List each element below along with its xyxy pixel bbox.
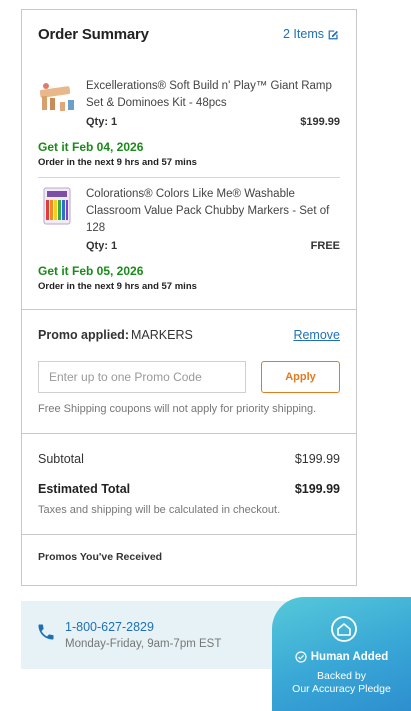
remove-promo-link[interactable]: Remove bbox=[293, 328, 340, 342]
order-cutoff: Order in the next 9 hrs and 57 mins bbox=[38, 157, 197, 168]
order-summary-card: Order Summary 2 Items Excellerations® So… bbox=[21, 9, 357, 586]
order-cutoff: Order in the next 9 hrs and 57 mins bbox=[38, 281, 197, 292]
item-name[interactable]: Colorations® Colors Like Me® Washable Cl… bbox=[86, 186, 340, 237]
delivery-date: Get it Feb 05, 2026 bbox=[38, 264, 144, 278]
order-summary-header: Order Summary 2 Items bbox=[38, 26, 340, 46]
free-shipping-note: Free Shipping coupons will not apply for… bbox=[38, 403, 317, 415]
divider bbox=[22, 433, 356, 434]
apply-promo-button[interactable]: Apply bbox=[261, 361, 340, 393]
cart-item: Excellerations® Soft Build n' Play™ Gian… bbox=[38, 78, 340, 188]
subtotal-value: $199.99 bbox=[294, 452, 340, 466]
order-summary-title: Order Summary bbox=[38, 26, 149, 43]
badge-line-1: Backed by bbox=[316, 670, 367, 682]
estimated-total-label: Estimated Total bbox=[38, 482, 131, 496]
product-thumbnail[interactable] bbox=[38, 78, 78, 118]
delivery-date: Get it Feb 04, 2026 bbox=[38, 140, 144, 154]
edit-icon bbox=[328, 29, 338, 39]
promo-code-input[interactable] bbox=[38, 361, 246, 393]
check-circle-icon bbox=[295, 651, 307, 663]
badge-title: Human Added bbox=[272, 651, 411, 663]
item-name[interactable]: Excellerations® Soft Build n' Play™ Gian… bbox=[86, 78, 340, 112]
badge-subtitle: Backed by Our Accuracy Pledge bbox=[272, 670, 411, 695]
divider bbox=[38, 177, 340, 178]
phone-number-link[interactable]: 1-800-627-2829 bbox=[65, 620, 154, 634]
tax-note: Taxes and shipping will be calculated in… bbox=[38, 504, 281, 516]
promo-code-value: MARKERS bbox=[131, 328, 193, 342]
item-price: $199.99 bbox=[300, 116, 340, 128]
phone-icon bbox=[38, 624, 54, 640]
item-price: FREE bbox=[310, 240, 340, 252]
subtotal-label: Subtotal bbox=[38, 452, 84, 466]
items-count-label: 2 Items bbox=[283, 27, 324, 41]
cart-item: Colorations® Colors Like Me® Washable Cl… bbox=[38, 186, 340, 296]
badge-title-text: Human Added bbox=[310, 651, 389, 663]
home-shield-icon bbox=[331, 616, 357, 642]
items-edit-link[interactable]: 2 Items bbox=[283, 27, 340, 41]
contact-hours: Monday-Friday, 9am-7pm EST bbox=[65, 638, 222, 650]
badge-line-2: Our Accuracy Pledge bbox=[292, 682, 391, 695]
estimated-total-value: $199.99 bbox=[294, 482, 340, 496]
promo-applied-label: Promo applied: bbox=[38, 328, 129, 342]
divider bbox=[22, 534, 356, 535]
divider bbox=[22, 309, 356, 310]
item-qty: Qty: 1 bbox=[86, 116, 118, 128]
item-qty: Qty: 1 bbox=[86, 240, 118, 252]
promos-received-toggle[interactable]: Promos You've Received bbox=[38, 551, 162, 563]
human-added-badge[interactable]: Human Added Backed by Our Accuracy Pledg… bbox=[272, 597, 411, 711]
product-thumbnail[interactable] bbox=[38, 186, 78, 226]
